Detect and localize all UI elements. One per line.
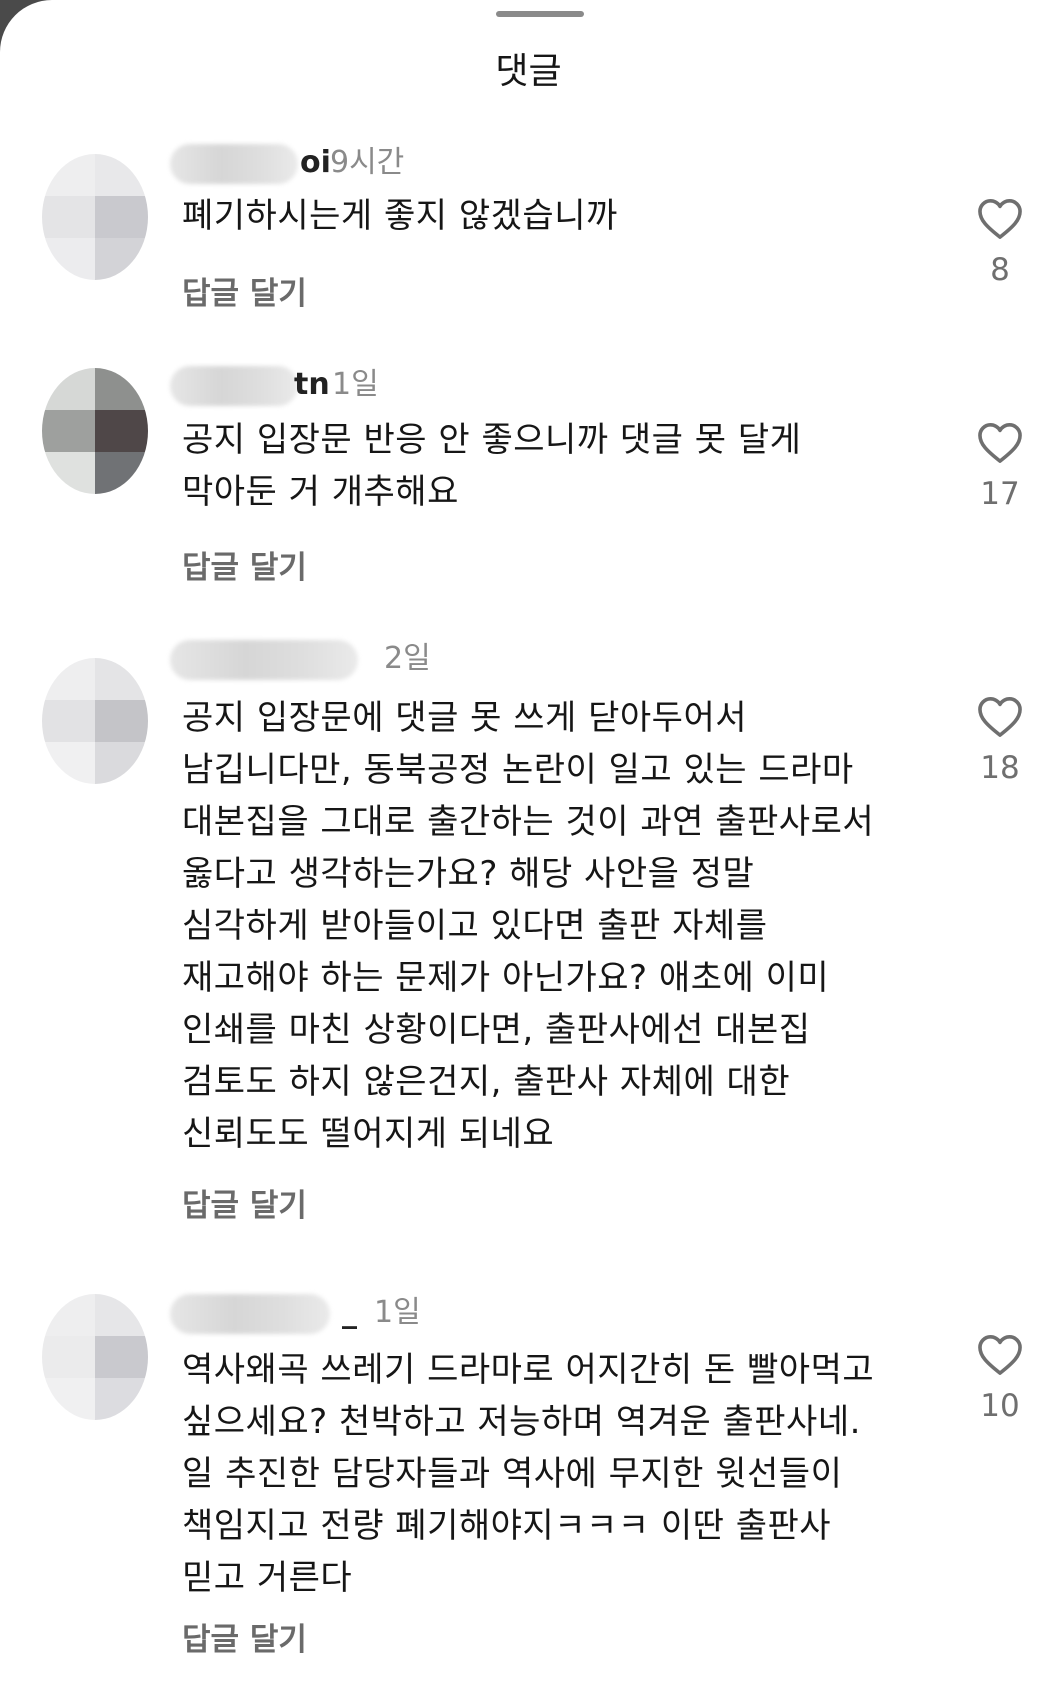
avatar[interactable] xyxy=(42,368,148,494)
heart-outline-icon xyxy=(978,1335,1022,1375)
like-count: 10 xyxy=(980,1388,1020,1424)
avatar[interactable] xyxy=(42,154,148,280)
like-count: 17 xyxy=(980,476,1020,512)
sheet-title: 댓글 xyxy=(495,51,562,92)
like-button[interactable]: 18 xyxy=(970,696,1030,788)
avatar[interactable] xyxy=(42,658,148,784)
like-button[interactable]: 10 xyxy=(970,1334,1030,1426)
reply-button[interactable]: 답글 달기 xyxy=(182,1620,307,1660)
like-count: 18 xyxy=(980,750,1020,786)
heart-outline-icon xyxy=(978,423,1022,463)
like-count: 8 xyxy=(990,252,1010,288)
username-redacted[interactable] xyxy=(170,640,358,680)
comment-text: 공지 입장문 반응 안 좋으니까 댓글 못 달게 막아둔 거 개추해요 xyxy=(182,420,802,512)
drag-handle[interactable] xyxy=(496,11,584,17)
reply-button[interactable]: 답글 달기 xyxy=(182,548,307,588)
like-button[interactable]: 8 xyxy=(970,198,1030,290)
comment-text: 공지 입장문에 댓글 못 쓰게 닫아두어서 남깁니다만, 동북공정 논란이 일고… xyxy=(182,698,875,1154)
reply-button[interactable]: 답글 달기 xyxy=(182,1186,307,1226)
username-redacted[interactable] xyxy=(170,144,298,184)
username-redacted[interactable] xyxy=(170,1294,330,1334)
username-redacted[interactable] xyxy=(170,366,298,406)
comments-sheet: 댓글 oi 9시간 폐기하시는게 좋지 않겠습니까 답글 달기 8 tn 1일 … xyxy=(0,0,1057,1703)
comment-text: 폐기하시는게 좋지 않겠습니까 xyxy=(182,196,618,236)
avatar[interactable] xyxy=(42,1294,148,1420)
like-button[interactable]: 17 xyxy=(970,422,1030,514)
timestamp: 1일 xyxy=(332,367,379,402)
reply-button[interactable]: 답글 달기 xyxy=(182,274,307,314)
username[interactable]: _ xyxy=(342,1293,357,1333)
username[interactable]: oi xyxy=(300,143,331,183)
heart-outline-icon xyxy=(978,697,1022,737)
timestamp: 2일 xyxy=(384,641,431,676)
timestamp: 9시간 xyxy=(330,145,405,180)
comment-text: 역사왜곡 쓰레기 드라마로 어지간히 돈 빨아먹고 싶으세요? 천박하고 저능하… xyxy=(182,1350,875,1598)
username[interactable]: tn xyxy=(294,365,330,405)
heart-outline-icon xyxy=(978,199,1022,239)
timestamp: 1일 xyxy=(374,1295,421,1330)
